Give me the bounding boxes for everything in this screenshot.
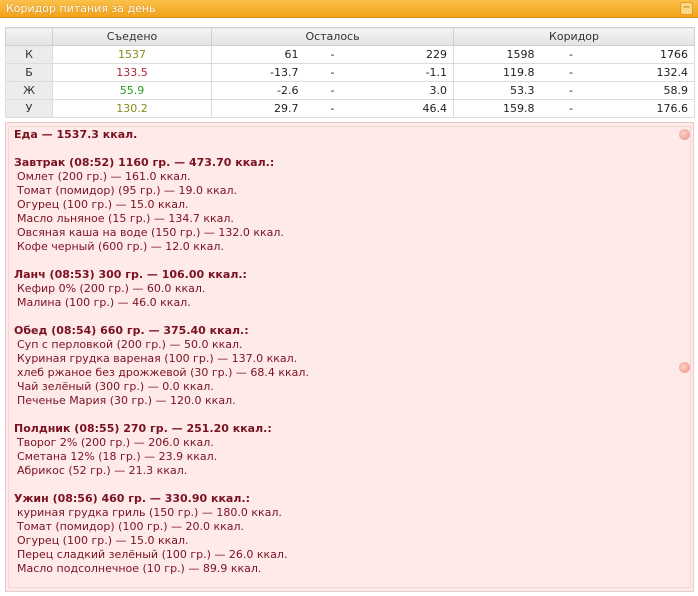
remaining-dash: - — [304, 45, 361, 64]
meal-header: Завтрак (08:52) 1160 гр. — 473.70 ккал.: — [14, 156, 275, 169]
meal-item: Творог 2% (200 гр.) — 206.0 ккал. — [17, 436, 214, 449]
remaining-from: 29.7 — [211, 99, 305, 118]
meal-item: куриная грудка гриль (150 гр.) — 180.0 к… — [17, 506, 282, 519]
row-label: К — [5, 45, 53, 64]
row-label: У — [5, 99, 53, 118]
meal-item: Омлет (200 гр.) — 161.0 ккал. — [17, 170, 191, 183]
meal-item: хлеб ржаное без дрожжевой (30 гр.) — 68.… — [17, 366, 309, 379]
note-pin-icon — [679, 362, 690, 373]
meal-item: Малина (100 гр.) — 46.0 ккал. — [17, 296, 191, 309]
table-row: Б 133.5 -13.7- -1.1 119.8-132.4 — [5, 63, 696, 82]
meal-item: Печенье Мария (30 гр.) — 120.0 ккал. — [17, 394, 236, 407]
header-remaining: Осталось — [210, 27, 455, 46]
table-header-row: Съедено Осталось Коридор — [5, 27, 696, 46]
header-eaten: Съедено — [52, 27, 212, 46]
meal-item: Огурец (100 гр.) — 15.0 ккал. — [17, 534, 189, 547]
panel-header: Коридор питания за день − — [0, 0, 698, 18]
meal-header: Ланч (08:53) 300 гр. — 106.00 ккал.: — [14, 268, 247, 281]
meal-item: Кефир 0% (200 гр.) — 60.0 ккал. — [17, 282, 206, 295]
meal-item: Сметана 12% (18 гр.) — 23.9 ккал. — [17, 450, 218, 463]
remaining-to: 46.4 — [360, 99, 455, 118]
table-row: К 1537 61-229 1598-1766 — [5, 45, 696, 64]
remaining-from: -13.7 — [211, 63, 305, 82]
meal-item: Огурец (100 гр.) — 15.0 ккал. — [17, 198, 189, 211]
diary-total: Еда — 1537.3 ккал. — [14, 128, 138, 141]
table-row: У 130.2 29.7-46.4 159.8-176.6 — [5, 99, 696, 118]
corridor-from: 159.8 — [453, 99, 541, 118]
remaining-to: -1.1 — [360, 63, 455, 82]
eaten-value: 55.9 — [52, 81, 212, 100]
eaten-value: 133.5 — [52, 63, 212, 82]
meal-item: Масло подсолнечное (10 гр.) — 89.9 ккал. — [17, 562, 262, 575]
meal-item: Абрикос (52 гр.) — 21.3 ккал. — [17, 464, 188, 477]
eaten-value: 130.2 — [52, 99, 212, 118]
meal-item: Чай зелёный (300 гр.) — 0.0 ккал. — [17, 380, 214, 393]
corridor-to: 58.9 — [601, 81, 696, 100]
meal-item: Кофе черный (600 гр.) — 12.0 ккал. — [17, 240, 224, 253]
corridor-to: 1766 — [601, 45, 696, 64]
header-corridor: Коридор — [453, 27, 696, 46]
corridor-dash: - — [540, 45, 602, 64]
panel-title: Коридор питания за день — [6, 2, 156, 15]
meal-item: Перец сладкий зелёный (100 гр.) — 26.0 к… — [17, 548, 288, 561]
meal-header: Ужин (08:56) 460 гр. — 330.90 ккал.: — [14, 492, 250, 505]
remaining-from: -2.6 — [211, 81, 305, 100]
header-empty — [5, 27, 53, 46]
meal-item: Суп с перловкой (200 гр.) — 50.0 ккал. — [17, 338, 243, 351]
meal-header: Полдник (08:55) 270 гр. — 251.20 ккал.: — [14, 422, 272, 435]
meal-item: Овсяная каша на воде (150 гр.) — 132.0 к… — [17, 226, 284, 239]
corridor-from: 1598 — [453, 45, 541, 64]
remaining-dash: - — [304, 81, 361, 100]
corridor-from: 119.8 — [453, 63, 541, 82]
remaining-dash: - — [304, 63, 361, 82]
remaining-to: 229 — [360, 45, 455, 64]
remaining-to: 3.0 — [360, 81, 455, 100]
meal-item: Масло льняное (15 гр.) — 134.7 ккал. — [17, 212, 234, 225]
remaining-dash: - — [304, 99, 361, 118]
note-pin-icon — [679, 129, 690, 140]
corridor-dash: - — [540, 99, 602, 118]
corridor-from: 53.3 — [453, 81, 541, 100]
corridor-to: 132.4 — [601, 63, 696, 82]
row-label: Б — [5, 63, 53, 82]
meal-header: Обед (08:54) 660 гр. — 375.40 ккал.: — [14, 324, 249, 337]
row-label: Ж — [5, 81, 53, 100]
corridor-to: 176.6 — [601, 99, 696, 118]
corridor-dash: - — [540, 81, 602, 100]
nutrition-corridor-table: Съедено Осталось Коридор К 1537 61-229 1598… — [5, 27, 696, 118]
food-diary-panel: Еда — 1537.3 ккал. Завтрак (08:52) 1160 г… — [5, 122, 694, 592]
collapse-icon[interactable]: − — [680, 2, 693, 15]
food-diary-content: Еда — 1537.3 ккал. Завтрак (08:52) 1160 г… — [8, 126, 691, 588]
meal-item: Томат (помидор) (100 гр.) — 20.0 ккал. — [17, 520, 245, 533]
remaining-from: 61 — [211, 45, 305, 64]
table-row: Ж 55.9 -2.6-3.0 53.3-58.9 — [5, 81, 696, 100]
corridor-dash: - — [540, 63, 602, 82]
meal-item: Куриная грудка вареная (100 гр.) — 137.0… — [17, 352, 298, 365]
meal-item: Томат (помидор) (95 гр.) — 19.0 ккал. — [17, 184, 238, 197]
eaten-value: 1537 — [52, 45, 212, 64]
